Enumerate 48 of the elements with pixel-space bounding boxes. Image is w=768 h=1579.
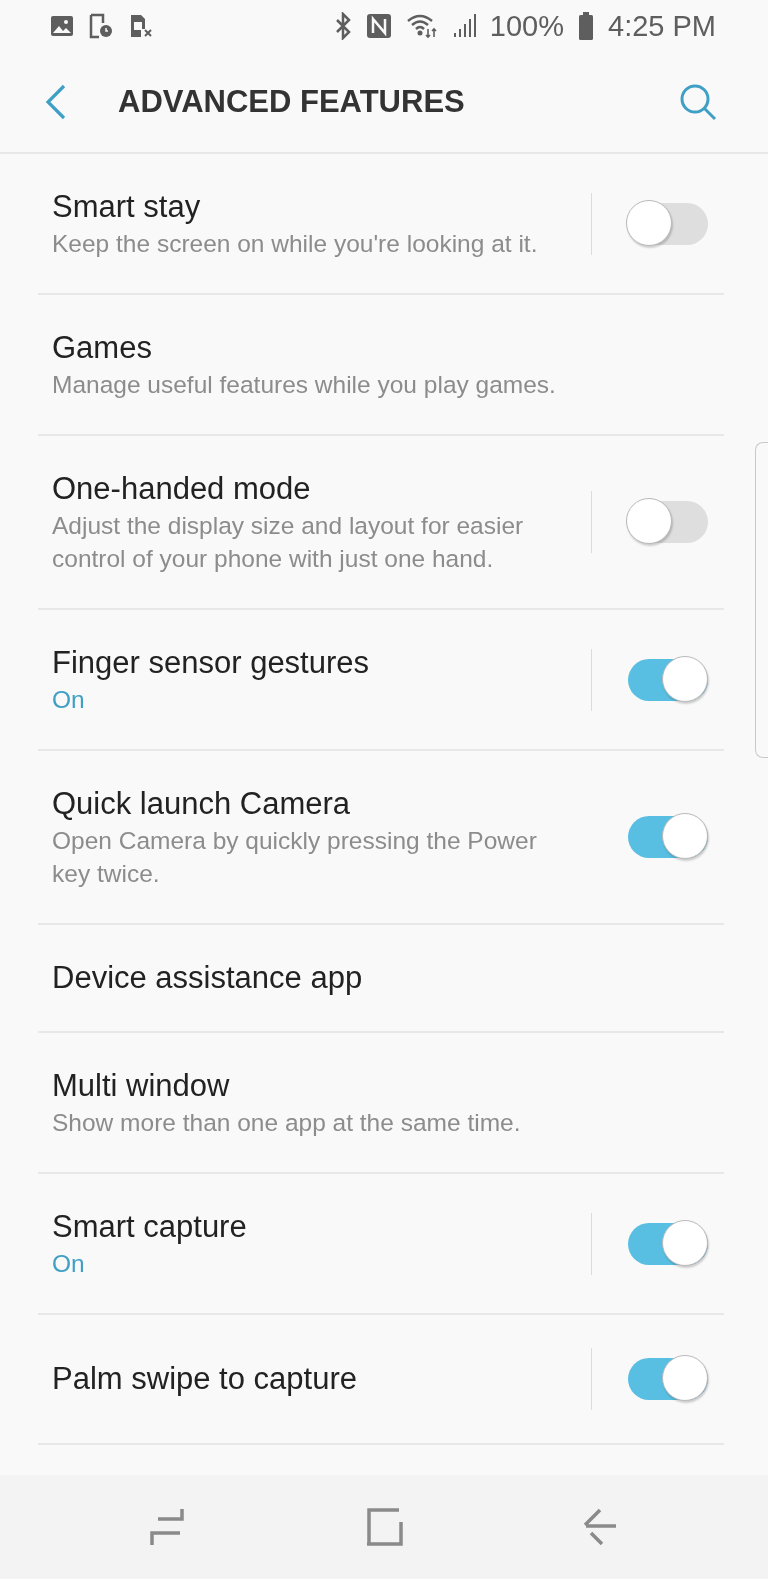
setting-description: Adjust the display size and layout for easier control of your phone with just one hand.	[52, 511, 525, 574]
setting-title: Smart stay	[52, 188, 202, 226]
setting-title: Games	[52, 329, 153, 367]
toggle-switch[interactable]	[628, 202, 708, 245]
settings-row[interactable]: One-handed mode Adjust the display size and layout for easier control of your phone with just one hand.	[38, 436, 724, 610]
settings-row[interactable]: Multi window Show more than one app at the same time.	[38, 1033, 724, 1174]
clock-time: 4:25 PM	[608, 9, 716, 43]
scrollbar[interactable]	[755, 442, 768, 758]
settings-row[interactable]: Quick launch Camera Open Camera by quickly pressing the Power key twice.	[38, 751, 724, 925]
setting-description: Open Camera by quickly pressing the Power key twice.	[52, 826, 538, 889]
image-icon	[50, 14, 74, 38]
toggle-switch[interactable]	[628, 1358, 708, 1400]
toggle-switch[interactable]	[628, 816, 708, 858]
battery-percentage: 100%	[489, 9, 564, 43]
setting-title: One-handed mode	[52, 470, 312, 508]
settings-row[interactable]: Palm swipe to capture	[38, 1315, 724, 1445]
sim-card-off-icon	[128, 13, 154, 39]
setting-status: On	[52, 1249, 86, 1279]
setting-title: Device assistance app	[52, 959, 364, 997]
setting-description: Show more than one app at the same time.	[52, 1108, 522, 1138]
setting-title: Multi window	[52, 1067, 231, 1105]
nfc-icon	[365, 13, 392, 39]
settings-row[interactable]: Finger sensor gestures On	[38, 610, 724, 751]
setting-title: Finger sensor gestures	[52, 644, 371, 682]
setting-title: Quick launch Camera	[52, 785, 352, 823]
recent-apps-button[interactable]	[149, 1507, 186, 1547]
home-button[interactable]	[365, 1508, 403, 1546]
settings-row[interactable]: Smart capture On	[38, 1174, 724, 1315]
setting-title: Smart capture	[52, 1208, 248, 1246]
settings-row[interactable]: Device assistance app	[38, 925, 724, 1033]
setting-status: On	[52, 685, 86, 715]
back-nav-button[interactable]	[582, 1508, 619, 1546]
settings-row[interactable]: Smart stay Keep the screen on while you're looking at it.	[38, 154, 724, 295]
back-button[interactable]	[44, 84, 68, 120]
signal-icon	[451, 13, 476, 39]
wifi-icon	[405, 13, 438, 39]
settings-row[interactable]: Games Manage useful features while you play games.	[38, 295, 724, 436]
setting-description: Manage useful features while you play games.	[52, 370, 557, 400]
setting-title: Palm swipe to capture	[52, 1360, 358, 1398]
search-button[interactable]	[678, 82, 718, 122]
battery-icon	[578, 12, 594, 40]
bluetooth-icon	[333, 12, 352, 40]
setting-description: Keep the screen on while you're looking at it.	[52, 229, 539, 259]
toggle-switch[interactable]	[628, 1222, 708, 1265]
toggle-switch[interactable]	[628, 501, 708, 543]
clock-document-icon	[88, 13, 114, 39]
page-title: ADVANCED FEATURES	[118, 84, 466, 120]
toggle-switch[interactable]	[628, 658, 708, 701]
